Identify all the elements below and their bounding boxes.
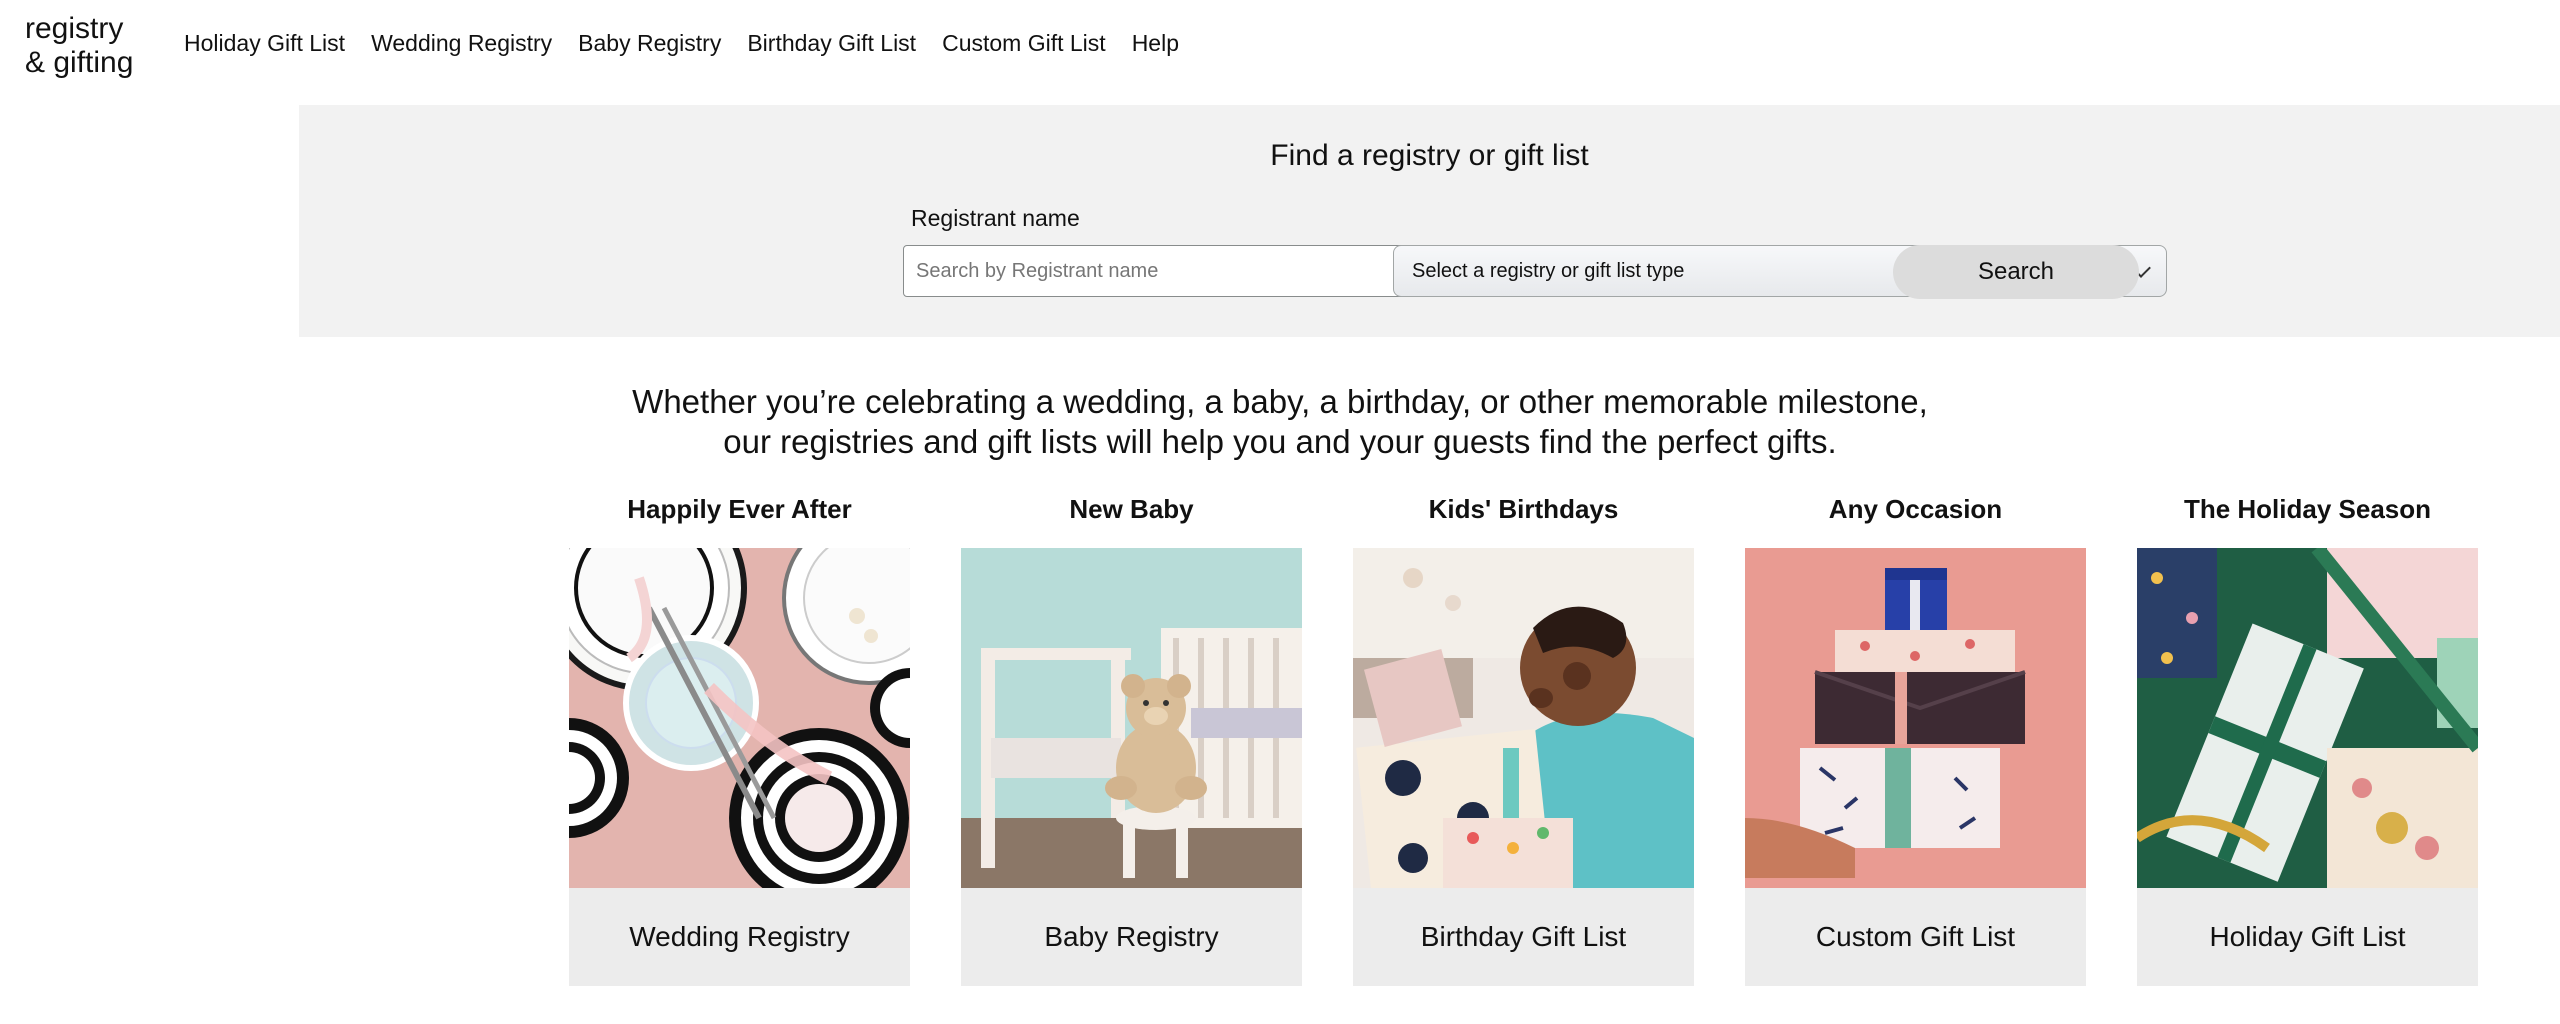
nav-link-holiday-gift-list[interactable]: Holiday Gift List [184, 30, 345, 57]
tagline-line-1: Whether you’re celebrating a wedding, a … [632, 383, 1928, 420]
tagline: Whether you’re celebrating a wedding, a … [0, 382, 2560, 462]
wrapped-holiday-gifts-image[interactable] [2137, 548, 2478, 888]
card-footer-label[interactable]: Custom Gift List [1745, 888, 2086, 986]
card-birthday-gift-list[interactable]: Kids' Birthdays Birthday Gift List [1353, 494, 1694, 986]
search-title: Find a registry or gift list [1270, 139, 1589, 172]
tagline-line-2: our registries and gift lists will help … [723, 423, 1837, 460]
card-custom-gift-list[interactable]: Any Occasion Custom Gift List [1745, 494, 2086, 986]
nav-link-baby-registry[interactable]: Baby Registry [578, 30, 721, 57]
registry-cards: Happily Ever After Wedding Registry New … [569, 494, 2478, 986]
teddy-bear-nursery-image[interactable] [961, 548, 1302, 888]
nav-link-birthday-gift-list[interactable]: Birthday Gift List [747, 30, 916, 57]
nav-link-help[interactable]: Help [1132, 30, 1179, 57]
top-navigation: registry & gifting Holiday Gift List Wed… [0, 0, 2560, 100]
card-wedding-registry[interactable]: Happily Ever After Wedding Registry [569, 494, 910, 986]
card-heading: New Baby [1069, 494, 1194, 524]
card-heading: Happily Ever After [627, 494, 852, 524]
logo-line-1: registry [25, 12, 124, 45]
nav-link-custom-gift-list[interactable]: Custom Gift List [942, 30, 1106, 57]
card-footer-label[interactable]: Baby Registry [961, 888, 1302, 986]
card-baby-registry[interactable]: New Baby Baby Registry [961, 494, 1302, 986]
registry-search-panel: Find a registry or gift list Registrant … [299, 105, 2560, 337]
logo-line-2: & gifting [25, 46, 134, 79]
stacked-gift-boxes-image[interactable] [1745, 548, 2086, 888]
registrant-name-label: Registrant name [911, 205, 1080, 231]
card-footer-label[interactable]: Wedding Registry [569, 888, 910, 986]
card-footer-label[interactable]: Birthday Gift List [1353, 888, 1694, 986]
boy-birthday-gifts-image[interactable] [1353, 548, 1694, 888]
card-heading: Any Occasion [1828, 494, 2003, 524]
registry-gifting-logo[interactable]: registry & gifting [25, 12, 133, 80]
card-holiday-gift-list[interactable]: The Holiday Season Holiday Gift List [2137, 494, 2478, 986]
search-button[interactable]: Search [1893, 245, 2139, 299]
wedding-tableware-image[interactable] [569, 548, 910, 888]
card-footer-label[interactable]: Holiday Gift List [2137, 888, 2478, 986]
card-heading: Kids' Birthdays [1428, 494, 1619, 524]
nav-links: Holiday Gift List Wedding Registry Baby … [184, 30, 1179, 57]
nav-link-wedding-registry[interactable]: Wedding Registry [371, 30, 552, 57]
card-heading: The Holiday Season [2183, 494, 2432, 524]
